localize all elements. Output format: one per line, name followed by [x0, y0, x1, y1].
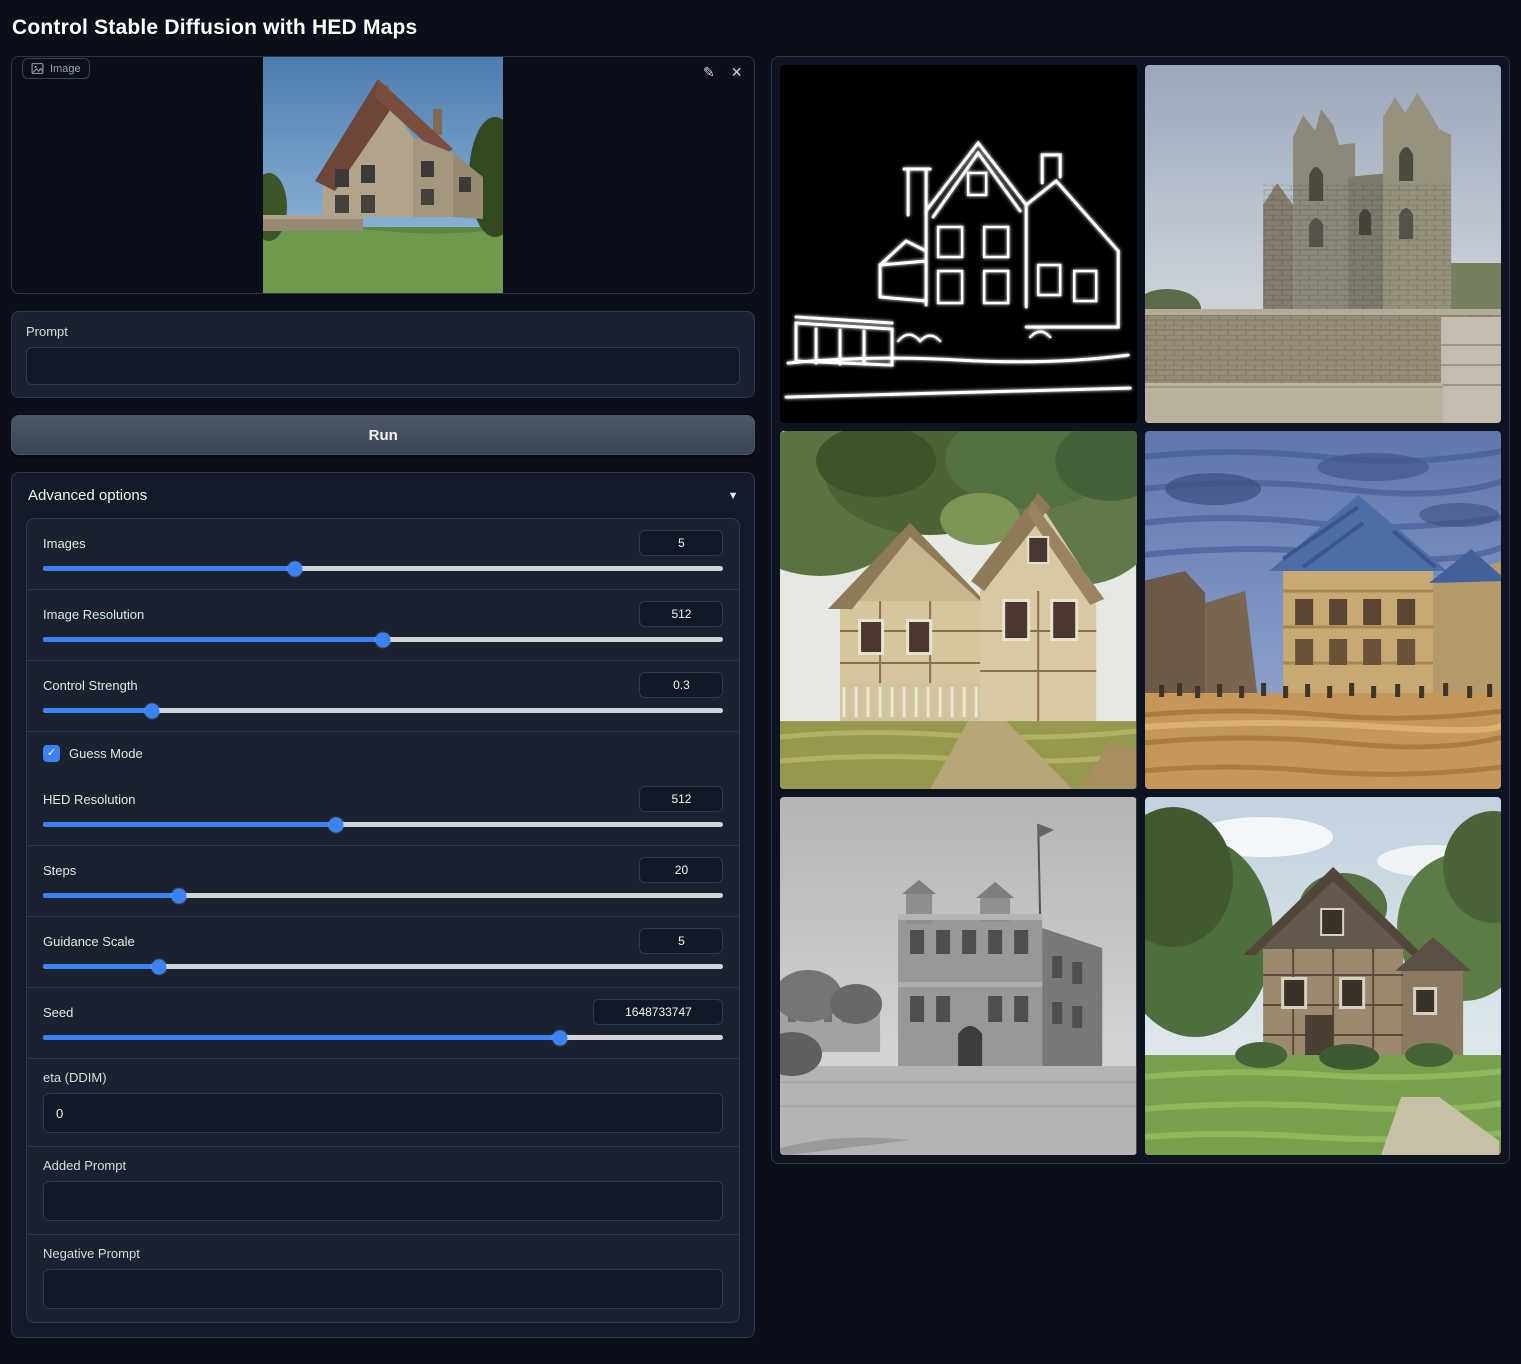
negative-prompt-input[interactable] — [43, 1269, 723, 1309]
grayscale-building-image — [780, 797, 1136, 1155]
added-prompt-label: Added Prompt — [43, 1158, 723, 1173]
image-upload[interactable]: Image ✎ ✕ — [11, 56, 755, 294]
slider-row-images: Images — [27, 519, 739, 590]
prompt-label: Prompt — [26, 324, 740, 339]
control-strength-slider[interactable] — [43, 708, 723, 713]
image-resolution-slider[interactable] — [43, 637, 723, 642]
slider-row-steps: Steps — [27, 846, 739, 917]
gallery-item-hed-map[interactable] — [780, 65, 1136, 423]
image-resolution-value-input[interactable] — [639, 601, 723, 627]
steps-slider[interactable] — [43, 893, 723, 898]
image-upload-actions: ✎ ✕ — [701, 63, 744, 81]
guess-mode-checkbox[interactable]: ✓ — [43, 745, 60, 762]
prompt-block: Prompt — [11, 311, 755, 398]
steps-value-input[interactable] — [639, 857, 723, 883]
uploaded-house-photo — [263, 57, 503, 293]
hed-map-image — [780, 65, 1136, 423]
page-title: Control Stable Diffusion with HED Maps — [12, 16, 1510, 40]
added-prompt-input[interactable] — [43, 1181, 723, 1221]
painted-house-image — [780, 431, 1136, 789]
steps-label: Steps — [43, 863, 76, 878]
advanced-options-header[interactable]: Advanced options ▼ — [12, 473, 754, 516]
negative-prompt-row: Negative Prompt — [27, 1235, 739, 1322]
edit-image-button[interactable]: ✎ — [701, 63, 717, 81]
seed-slider-handle[interactable] — [553, 1030, 568, 1045]
seed-slider[interactable] — [43, 1035, 723, 1040]
eta-label: eta (DDIM) — [43, 1070, 723, 1085]
hed-resolution-slider[interactable] — [43, 822, 723, 827]
output-gallery — [771, 56, 1510, 1164]
image-resolution-label: Image Resolution — [43, 607, 144, 622]
seed-label: Seed — [43, 1005, 73, 1020]
checkmark-icon: ✓ — [47, 748, 56, 759]
slider-row-control-strength: Control Strength — [27, 661, 739, 732]
slider-row-guidance-scale: Guidance Scale — [27, 917, 739, 988]
guess-mode-label: Guess Mode — [69, 746, 143, 761]
image-resolution-slider-handle[interactable] — [376, 632, 391, 647]
added-prompt-row: Added Prompt — [27, 1147, 739, 1235]
guess-mode-row: ✓ Guess Mode — [27, 732, 739, 775]
eta-row: eta (DDIM) — [27, 1059, 739, 1147]
image-icon — [31, 62, 44, 75]
prompt-input[interactable] — [26, 347, 740, 385]
guidance-scale-slider-handle[interactable] — [151, 959, 166, 974]
slider-row-hed-resolution: HED Resolution — [27, 775, 739, 846]
hed-resolution-value-input[interactable] — [639, 786, 723, 812]
control-strength-value-input[interactable] — [639, 672, 723, 698]
close-icon: ✕ — [731, 64, 743, 80]
clear-image-button[interactable]: ✕ — [729, 63, 745, 81]
gallery-item-grayscale-building[interactable] — [780, 797, 1136, 1155]
guidance-scale-label: Guidance Scale — [43, 934, 135, 949]
castle-image — [1145, 65, 1501, 423]
guidance-scale-slider[interactable] — [43, 964, 723, 969]
controls-column: Image ✎ ✕ — [11, 56, 755, 1338]
slider-row-image-resolution: Image Resolution — [27, 590, 739, 661]
images-value-input[interactable] — [639, 530, 723, 556]
main-layout: Image ✎ ✕ — [11, 56, 1510, 1338]
pencil-icon: ✎ — [703, 64, 715, 80]
hed-resolution-slider-handle[interactable] — [328, 817, 343, 832]
slider-row-seed: Seed — [27, 988, 739, 1059]
advanced-options-title: Advanced options — [28, 487, 147, 504]
gallery-item-timber-house[interactable] — [1145, 797, 1501, 1155]
run-button[interactable]: Run — [11, 415, 755, 455]
negative-prompt-label: Negative Prompt — [43, 1246, 723, 1261]
images-label: Images — [43, 536, 86, 551]
gallery-item-impressionist[interactable] — [1145, 431, 1501, 789]
advanced-options-form: Images Image Resolution — [26, 518, 740, 1323]
timber-house-image — [1145, 797, 1501, 1155]
seed-value-input[interactable] — [593, 999, 723, 1025]
hed-resolution-label: HED Resolution — [43, 792, 136, 807]
control-strength-slider-handle[interactable] — [144, 703, 159, 718]
impressionist-image — [1145, 431, 1501, 789]
guidance-scale-value-input[interactable] — [639, 928, 723, 954]
steps-slider-handle[interactable] — [172, 888, 187, 903]
images-slider-handle[interactable] — [287, 561, 302, 576]
chevron-down-icon: ▼ — [728, 490, 739, 502]
eta-input[interactable] — [43, 1093, 723, 1133]
images-slider[interactable] — [43, 566, 723, 571]
image-upload-label-badge: Image — [22, 58, 90, 79]
image-upload-label: Image — [50, 63, 81, 75]
gallery-item-painted-house[interactable] — [780, 431, 1136, 789]
gallery-item-castle[interactable] — [1145, 65, 1501, 423]
control-strength-label: Control Strength — [43, 678, 138, 693]
app-root: Control Stable Diffusion with HED Maps I… — [0, 0, 1521, 1350]
advanced-options: Advanced options ▼ Images — [11, 472, 755, 1338]
